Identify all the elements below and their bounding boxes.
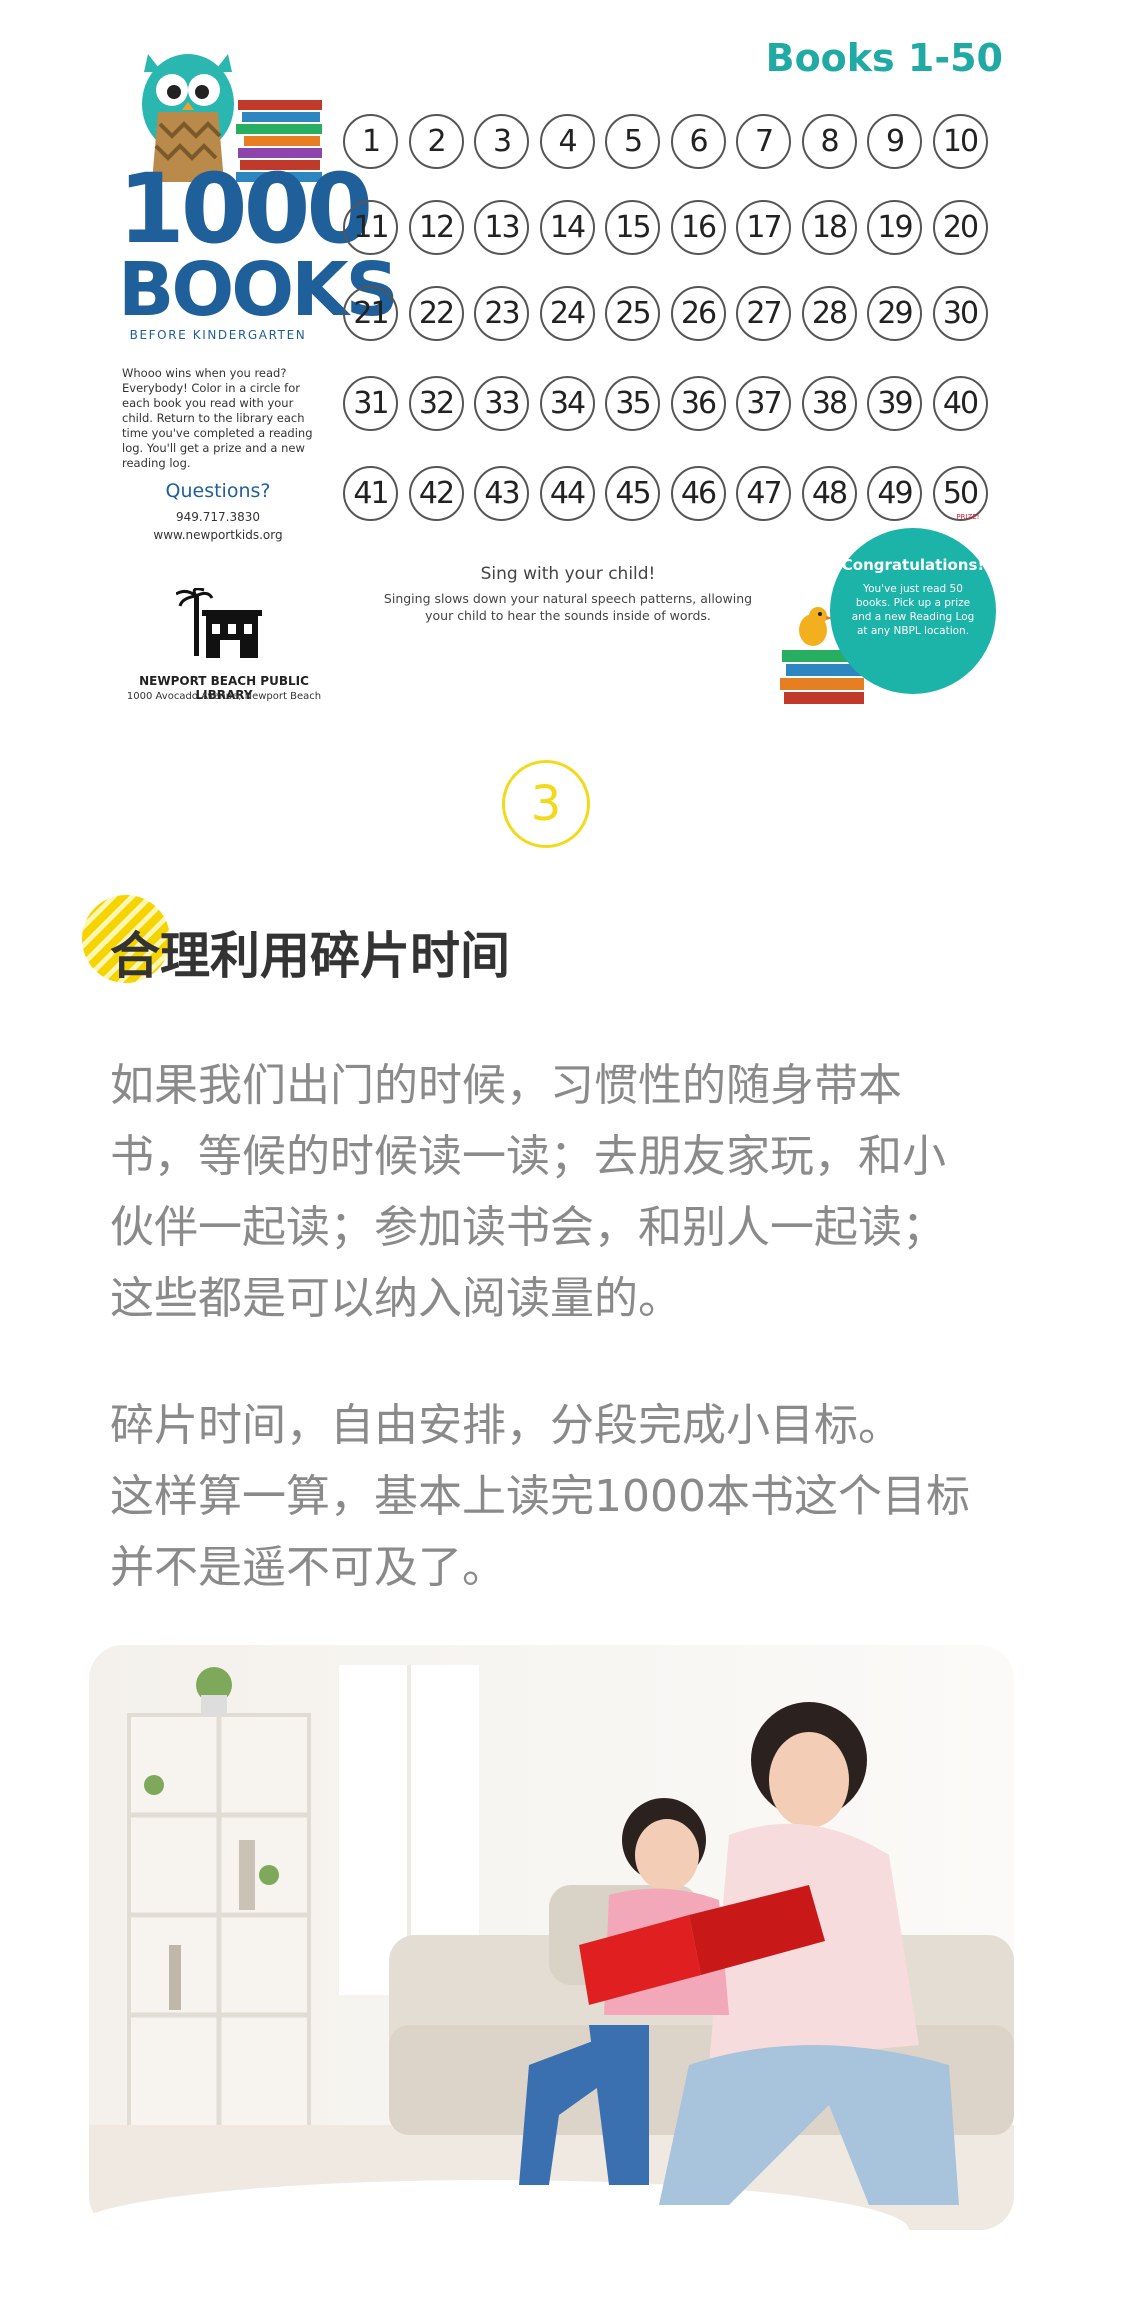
book-circle: 18 — [801, 200, 857, 255]
questions-label: Questions? — [165, 480, 271, 502]
book-circle: 47 — [736, 466, 791, 521]
book-circle: 29 — [867, 286, 922, 341]
book-circle: 38 — [801, 376, 857, 431]
book-circle: 49 — [867, 466, 922, 521]
book-circle: 23 — [474, 286, 529, 341]
book-circle: 8 — [801, 114, 857, 169]
book-circle: 14 — [539, 200, 595, 255]
book-circle: 28 — [801, 286, 857, 341]
book-circle: 26 — [670, 286, 726, 341]
book-circle: 48 — [801, 466, 857, 521]
book-circle: 39 — [867, 376, 922, 431]
book-circle: 19 — [867, 200, 922, 255]
book-circle: 40 — [932, 376, 988, 431]
library-building-icon — [176, 588, 262, 658]
paragraph-line: 这样算一算，基本上读完1000本书这个目标 — [110, 1471, 970, 1522]
book-circle: 4 — [539, 114, 595, 169]
books-range-title: Books 1-50 — [765, 36, 1003, 80]
book-circle: 5 — [605, 114, 660, 169]
book-circle: 36 — [670, 376, 726, 431]
book-circle: 3 — [474, 114, 529, 169]
book-circle: 13 — [474, 200, 529, 255]
sing-title: Sing with your child! — [480, 564, 656, 584]
book-circle: 46 — [670, 466, 726, 521]
congratulations-badge: Congratulations! You've just read 50 boo… — [830, 528, 996, 694]
book-circle: 30 — [932, 286, 988, 341]
paragraph-line: 伙伴一起读；参加读书会，和别人一起读； — [110, 1202, 946, 1253]
mother-daughter-reading-photo — [89, 1645, 1014, 2230]
book-circle: 31 — [343, 376, 398, 431]
sing-body: Singing slows down your natural speech p… — [383, 591, 753, 623]
paragraph-1: 如果我们出门的时候，习惯性的随身带本 书，等候的时候读一读；去朋友家玩，和小 伙… — [110, 1050, 1040, 1334]
book-circle: 24 — [539, 286, 595, 341]
book-circle: 20 — [932, 200, 988, 255]
section-number-badge: 3 — [502, 760, 590, 848]
phone-number: 949.717.3830 — [176, 510, 260, 524]
book-circle: 1 — [343, 114, 398, 169]
book-circle-grid: 1 2 3 4 5 6 7 8 9 10 11 12 13 14 15 16 17 18 19 20 21 22 23 24 2… — [343, 114, 1008, 564]
website-text: www.newportkids.org — [153, 528, 283, 542]
book-circle: 27 — [736, 286, 791, 341]
reading-log-image: 1000 BOOKS BEFORE KINDERGARTEN Whooo win… — [118, 28, 1008, 718]
book-circle: 2 — [408, 114, 464, 169]
book-circle: 35 — [605, 376, 660, 431]
book-circle: 33 — [474, 376, 529, 431]
congratulations-title: Congratulations! — [841, 556, 985, 574]
paragraph-line: 这些都是可以纳入阅读量的。 — [110, 1273, 682, 1324]
brand-books: BOOKS — [118, 247, 399, 333]
book-circle: 15 — [605, 200, 660, 255]
instructions-text: Whooo wins when you read? Everybody! Col… — [122, 366, 313, 470]
book-circle: 16 — [670, 200, 726, 255]
book-circle: 37 — [736, 376, 791, 431]
book-circle: 50 PRIZE! — [932, 466, 988, 521]
book-circle: 41 — [343, 466, 398, 521]
book-circle: 45 — [605, 466, 660, 521]
paragraph-line: 并不是遥不可及了。 — [110, 1542, 506, 1593]
book-circle: 17 — [736, 200, 791, 255]
congratulations-body: You've just read 50 books. Pick up a pri… — [851, 583, 975, 637]
book-circle: 22 — [408, 286, 464, 341]
book-circle: 11 — [343, 200, 398, 255]
book-circle: 44 — [539, 466, 595, 521]
paragraph-line: 书，等候的时候读一读；去朋友家玩，和小 — [110, 1131, 946, 1182]
book-circle: 21 — [343, 286, 398, 341]
paragraph-line: 碎片时间，自由安排，分段完成小目标。 — [110, 1400, 902, 1451]
book-circle: 9 — [867, 114, 922, 169]
prize-tag: PRIZE! — [956, 513, 980, 521]
book-circle: 10 — [932, 114, 988, 169]
brand-number: 1000 — [118, 153, 373, 265]
book-circle: 34 — [539, 376, 595, 431]
book-circle: 7 — [736, 114, 791, 169]
section-heading: 合理利用碎片时间 — [110, 927, 510, 985]
book-circle: 42 — [408, 466, 464, 521]
library-address: 1000 Avocado Avenue, Newport Beach — [126, 691, 322, 702]
book-circle: 12 — [408, 200, 464, 255]
brand-subtitle: BEFORE KINDERGARTEN — [129, 328, 307, 342]
book-circle: 25 — [605, 286, 660, 341]
book-circle: 43 — [474, 466, 529, 521]
paragraph-2: 碎片时间，自由安排，分段完成小目标。 这样算一算，基本上读完1000本书这个目标… — [110, 1390, 1040, 1603]
book-circle: 6 — [670, 114, 726, 169]
paragraph-line: 如果我们出门的时候，习惯性的随身带本 — [110, 1060, 902, 1111]
book-circle: 32 — [408, 376, 464, 431]
